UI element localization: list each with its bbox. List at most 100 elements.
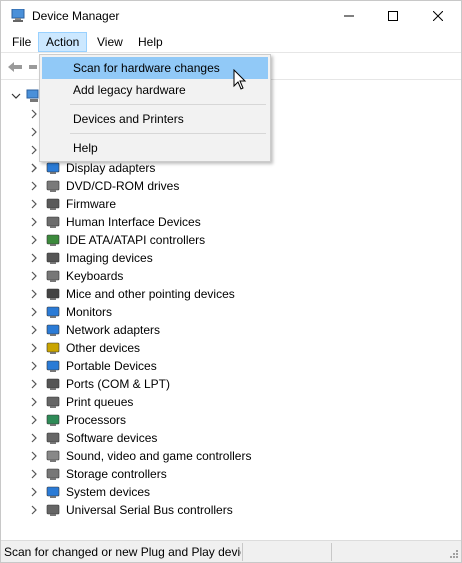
status-text: Scan for changed or new Plug and Play de… [4,545,241,559]
chevron-right-icon[interactable] [29,271,39,281]
chevron-right-icon[interactable] [29,145,39,155]
chevron-right-icon[interactable] [29,415,39,425]
tree-category-label: Storage controllers [66,467,167,481]
device-manager-window: Device Manager File Action View Help Dis… [0,0,462,563]
tree-category-label: Universal Serial Bus controllers [66,503,233,517]
mouse-cursor-icon [233,69,247,90]
tree-category-label: Software devices [66,431,158,445]
chevron-right-icon[interactable] [29,127,39,137]
chevron-right-icon[interactable] [29,469,39,479]
tree-category-row[interactable]: System devices [2,483,442,501]
tree-category-label: Processors [66,413,127,427]
chevron-right-icon[interactable] [29,343,39,353]
tree-category-row[interactable]: Keyboards [2,267,442,285]
tree-category-row[interactable]: IDE ATA/ATAPI controllers [2,231,442,249]
chevron-right-icon[interactable] [29,217,39,227]
keyboard-icon [46,216,60,228]
monitor-icon [46,162,60,174]
tree-category-row[interactable]: Print queues [2,393,442,411]
tree-category-label: Sound, video and game controllers [66,449,252,463]
resize-grip-icon[interactable] [447,549,459,561]
tree-category-label: Keyboards [66,269,124,283]
chevron-right-icon[interactable] [29,487,39,497]
chevron-down-icon[interactable] [11,91,21,101]
minimize-icon [344,15,354,17]
tree-category-label: Mice and other pointing devices [66,287,235,301]
chevron-right-icon[interactable] [29,397,39,407]
tree-category-label: Display adapters [66,161,156,175]
chevron-right-icon[interactable] [29,181,39,191]
device-manager-icon [11,9,25,22]
tree-category-row[interactable]: Processors [2,411,442,429]
chip-icon [46,198,60,210]
back-arrow-icon[interactable] [7,59,23,75]
portable-device-icon [46,360,60,372]
status-bar: Scan for changed or new Plug and Play de… [1,540,461,562]
chevron-right-icon[interactable] [29,253,39,263]
tree-category-label: Network adapters [66,323,161,337]
maximize-icon [388,11,398,21]
title-bar[interactable]: Device Manager [1,1,461,31]
tree-category-row[interactable]: Human Interface Devices [2,213,442,231]
tree-category-row[interactable]: DVD/CD-ROM drives [2,177,442,195]
chevron-right-icon[interactable] [29,505,39,515]
storage-icon [46,468,60,480]
disk-controller-icon [46,234,60,246]
menu-view[interactable]: View [90,32,130,52]
tree-category-label: Other devices [66,341,141,355]
chevron-right-icon[interactable] [29,199,39,209]
system-icon [46,486,60,498]
tree-category-label: DVD/CD-ROM drives [66,179,180,193]
menu-action[interactable]: Action [38,32,88,52]
keyboard-icon [46,270,60,282]
tree-category-row[interactable]: Firmware [2,195,442,213]
tree-category-row[interactable]: Storage controllers [2,465,442,483]
tree-category-label: Ports (COM & LPT) [66,377,171,391]
chevron-right-icon[interactable] [29,433,39,443]
camera-icon [46,252,60,264]
tree-category-row[interactable]: Mice and other pointing devices [2,285,442,303]
monitor-icon [46,306,60,318]
window-title: Device Manager [32,9,120,23]
menu-item-help[interactable]: Help [42,137,268,159]
chevron-right-icon[interactable] [29,379,39,389]
chip-icon [46,432,60,444]
tree-category-row[interactable]: Monitors [2,303,442,321]
tree-category-label: Portable Devices [66,359,157,373]
chevron-right-icon[interactable] [29,109,39,119]
port-icon [46,378,60,390]
speaker-icon [46,450,60,462]
mouse-icon [46,288,60,300]
tree-category-row[interactable]: Network adapters [2,321,442,339]
menu-separator [70,133,266,134]
tree-category-row[interactable]: Software devices [2,429,442,447]
tree-category-row[interactable]: Imaging devices [2,249,442,267]
tree-category-row[interactable]: Universal Serial Bus controllers [2,501,442,519]
tree-category-label: Firmware [66,197,116,211]
tree-category-row[interactable]: Portable Devices [2,357,442,375]
tree-category-label: Monitors [66,305,113,319]
chevron-right-icon[interactable] [29,163,39,173]
chevron-right-icon[interactable] [29,235,39,245]
menu-file[interactable]: File [5,32,38,52]
minimize-button[interactable] [326,1,372,31]
chevron-right-icon[interactable] [29,451,39,461]
chevron-right-icon[interactable] [29,361,39,371]
tree-category-label: IDE ATA/ATAPI controllers [66,233,206,247]
tree-category-row[interactable]: Other devices [2,339,442,357]
chevron-right-icon[interactable] [29,325,39,335]
tree-category-row[interactable]: Sound, video and game controllers [2,447,442,465]
maximize-button[interactable] [370,1,416,31]
tree-category-label: Print queues [66,395,134,409]
menu-item-devices-and-printers[interactable]: Devices and Printers [42,108,268,130]
tree-category-label: Human Interface Devices [66,215,201,229]
chevron-right-icon[interactable] [29,289,39,299]
close-icon [433,11,443,21]
tree-category-row[interactable]: Ports (COM & LPT) [2,375,442,393]
close-button[interactable] [415,1,461,31]
disc-drive-icon [46,180,60,192]
unknown-device-icon [46,342,60,354]
processor-icon [46,414,60,426]
menu-help[interactable]: Help [131,32,170,52]
chevron-right-icon[interactable] [29,307,39,317]
